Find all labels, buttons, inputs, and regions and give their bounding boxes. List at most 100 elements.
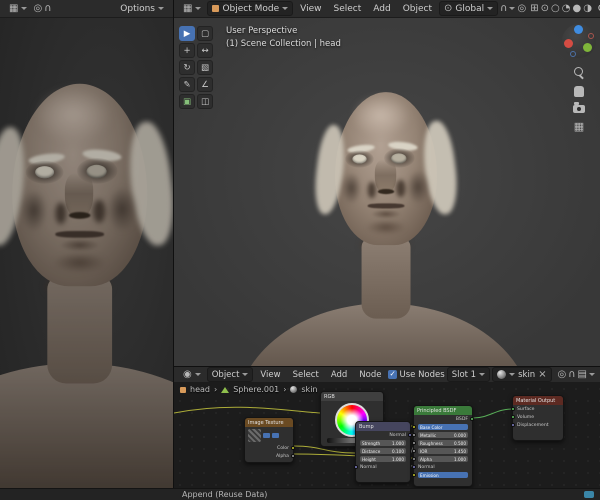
left-3d-viewport: ▦ ◎ ∩ Options — [0, 0, 174, 488]
image-new-button[interactable] — [272, 433, 279, 438]
shading-wireframe-icon[interactable]: ○ — [551, 3, 560, 14]
orientation-gizmo[interactable] — [562, 24, 596, 58]
editor-type-button[interactable]: ▦ — [179, 1, 205, 16]
gizmos-toggle-icon[interactable]: ⊙ — [541, 3, 549, 14]
bsdf-output-socket[interactable] — [470, 417, 474, 421]
snap-magnet-icon[interactable]: ∩ — [568, 369, 575, 380]
scale-tool-button[interactable]: ▧ — [197, 60, 213, 75]
bump-node[interactable]: Bump Normal Strength 1.000 Distance 0.10… — [354, 421, 412, 483]
proportional-edit-icon[interactable]: ◎ — [33, 3, 42, 14]
breadcrumb-object[interactable]: head — [190, 385, 210, 394]
shader-type-dropdown[interactable]: Object — [206, 367, 254, 382]
axis-y-dot[interactable] — [583, 43, 592, 52]
breadcrumb-separator: › — [213, 385, 218, 394]
mode-dropdown[interactable]: Object Mode — [207, 1, 294, 16]
node-title: Principled BSDF — [414, 406, 472, 415]
roughness-slider[interactable]: Roughness 0.500 — [418, 440, 468, 446]
emission-input-socket[interactable] — [412, 473, 416, 477]
snap-magnet-icon[interactable]: ∩ — [44, 3, 51, 14]
shader-editor: ◉ Object View Select Add Node Use Nodes … — [174, 366, 600, 488]
shading-solid-icon[interactable]: ◔ — [562, 3, 571, 14]
volume-input-socket[interactable] — [511, 415, 515, 419]
image-open-button[interactable] — [263, 433, 270, 438]
left-viewport-canvas[interactable] — [0, 18, 173, 488]
rotate-tool-button[interactable]: ↻ — [179, 60, 195, 75]
material-slot-dropdown[interactable]: Slot 1 — [446, 367, 491, 382]
tweak-tool-button[interactable]: ▶ — [179, 26, 195, 41]
material-sphere-icon — [290, 386, 298, 393]
chevron-down-icon — [487, 7, 494, 10]
displacement-input-socket[interactable] — [511, 423, 515, 427]
axis-neg-x-dot[interactable] — [588, 33, 594, 39]
annotate-tool-button[interactable]: ✎ — [179, 77, 195, 92]
sculpted-head-model — [0, 73, 173, 488]
view-perspective-label: User Perspective — [226, 26, 298, 36]
viewport-canvas[interactable]: User Perspective (1) Scene Collection | … — [174, 18, 600, 366]
surface-input-socket[interactable] — [511, 407, 515, 411]
grid-ortho-icon[interactable]: ▦ — [561, 121, 597, 132]
shader-menu-view[interactable]: View — [255, 367, 285, 382]
use-nodes-checkbox[interactable] — [388, 369, 398, 379]
chevron-down-icon — [194, 373, 201, 376]
alpha-slider[interactable]: Alpha 1.000 — [418, 456, 468, 462]
emission-color-field[interactable]: Emission — [418, 472, 468, 478]
material-sphere-icon — [497, 370, 507, 379]
zoom-icon[interactable] — [573, 66, 585, 78]
shader-menu-select[interactable]: Select — [288, 367, 324, 382]
transform-orientation-dropdown[interactable]: ⊙ Global — [439, 1, 499, 16]
roughness-input-socket[interactable] — [412, 441, 416, 445]
strength-slider[interactable]: Strength 1.000 — [360, 440, 406, 446]
color-output-socket[interactable] — [291, 446, 295, 450]
shading-material-icon[interactable]: ● — [572, 3, 581, 14]
material-selector[interactable]: skin × — [492, 367, 552, 382]
alpha-output-socket[interactable] — [291, 454, 295, 458]
metallic-input-socket[interactable] — [412, 433, 416, 437]
sidebar-panel-icon[interactable]: ▤ — [578, 369, 587, 380]
height-slider[interactable]: Height 1.000 — [360, 456, 406, 462]
metallic-slider[interactable]: Metallic 0.000 — [418, 432, 468, 438]
shader-menu-add[interactable]: Add — [326, 367, 352, 382]
principled-bsdf-node[interactable]: Principled BSDF BSDF Base Color Metallic… — [412, 405, 474, 487]
base-color-input-socket[interactable] — [412, 425, 416, 429]
pan-hand-icon[interactable] — [574, 86, 584, 97]
left-editor-type-button[interactable]: ▦ — [5, 1, 31, 16]
menu-view[interactable]: View — [295, 1, 326, 16]
viewport-options-dropdown[interactable]: Options — [594, 1, 600, 16]
unlink-material-icon[interactable]: × — [538, 369, 546, 380]
menu-add[interactable]: Add — [368, 1, 395, 16]
shading-rendered-icon[interactable]: ◑ — [583, 3, 592, 14]
ior-slider[interactable]: IOR 1.450 — [418, 448, 468, 454]
menu-select[interactable]: Select — [329, 1, 367, 16]
axis-x-dot[interactable] — [564, 39, 573, 48]
overlays-toggle-icon[interactable]: ⊞ — [530, 3, 538, 14]
ior-input-socket[interactable] — [412, 449, 416, 453]
left-options-dropdown[interactable]: Options — [116, 1, 168, 16]
image-thumbnail[interactable] — [248, 429, 261, 442]
axis-neg-z-dot[interactable] — [570, 51, 576, 57]
breadcrumb-material[interactable]: skin — [301, 385, 317, 394]
material-output-node[interactable]: Material Output Surface Volume Displacem… — [511, 395, 564, 441]
proportional-edit-icon[interactable]: ◎ — [517, 3, 526, 14]
image-texture-node[interactable]: Image Texture Color Alpha — [244, 417, 295, 463]
measure-tool-button[interactable]: ∠ — [197, 77, 213, 92]
move-tool-button[interactable]: ↔ — [197, 43, 213, 58]
pin-icon[interactable]: ◎ — [557, 369, 566, 380]
select-box-tool-button[interactable]: ▢ — [197, 26, 213, 41]
axis-z-dot[interactable] — [574, 25, 583, 34]
normal-input-socket[interactable] — [354, 465, 358, 469]
normal-input-socket[interactable] — [412, 465, 416, 469]
alpha-input-socket[interactable] — [412, 457, 416, 461]
cursor-tool-button[interactable]: + — [179, 43, 195, 58]
add-cube-tool-button[interactable]: ▣ — [179, 94, 195, 109]
mesh-data-icon — [221, 386, 230, 393]
snap-magnet-icon[interactable]: ∩ — [500, 3, 507, 14]
base-color-field[interactable]: Base Color — [418, 424, 468, 430]
camera-view-icon[interactable] — [573, 102, 585, 113]
shader-editor-type-button[interactable]: ◉ — [179, 367, 205, 382]
distance-slider[interactable]: Distance 0.100 — [360, 448, 406, 454]
menu-object[interactable]: Object — [398, 1, 437, 16]
shader-menu-node[interactable]: Node — [354, 367, 386, 382]
node-canvas[interactable]: head › Sphere.001 › skin Image Texture C… — [174, 383, 600, 488]
transform-tool-button[interactable]: ◫ — [197, 94, 213, 109]
breadcrumb-mesh[interactable]: Sphere.001 — [233, 385, 279, 394]
